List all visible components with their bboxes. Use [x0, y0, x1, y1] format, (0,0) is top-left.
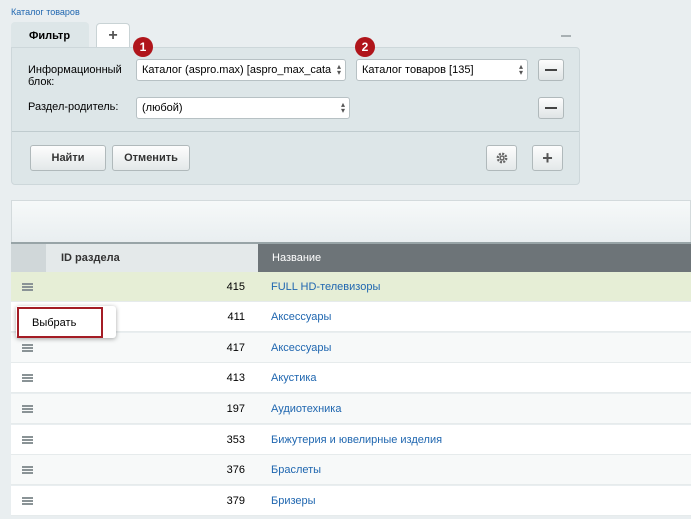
- cell-name-link[interactable]: Аксессуары: [271, 311, 331, 323]
- column-id-header[interactable]: ID раздела: [61, 252, 120, 264]
- cell-id: 376: [226, 464, 245, 476]
- table-row[interactable]: 415 FULL HD-телевизоры: [11, 272, 691, 302]
- cell-name-link[interactable]: Аксессуары: [271, 342, 331, 354]
- cell-id: 417: [226, 342, 245, 354]
- infoblock-type-select[interactable]: Каталог (aspro.max) [aspro_max_cata ▴ ▾: [136, 59, 346, 81]
- remove-field-button[interactable]: [538, 97, 564, 119]
- cell-name-link[interactable]: FULL HD-телевизоры: [271, 281, 380, 293]
- row-menu-button[interactable]: [11, 272, 46, 301]
- grid-toolbar: [11, 200, 691, 242]
- cell-id: 411: [227, 311, 245, 323]
- remove-field-button[interactable]: [538, 59, 564, 81]
- find-button[interactable]: Найти: [30, 145, 106, 171]
- row-menu-button[interactable]: [11, 455, 46, 484]
- infoblock-select[interactable]: Каталог товаров [135] ▴ ▾: [356, 59, 528, 81]
- menu-icon: [22, 374, 33, 382]
- infoblock-label: Информационный блок:: [28, 64, 122, 88]
- cell-id: 415: [226, 281, 245, 293]
- menu-icon: [22, 436, 33, 444]
- cell-name-link[interactable]: Бижутерия и ювелирные изделия: [271, 434, 442, 446]
- menu-icon: [22, 405, 33, 413]
- annotation-badge-1: 1: [133, 37, 153, 57]
- section-label: Раздел-родитель:: [28, 101, 119, 113]
- add-field-button[interactable]: +: [532, 145, 563, 171]
- table-row[interactable]: 353 Бижутерия и ювелирные изделия: [11, 425, 691, 455]
- row-menu-button[interactable]: [11, 486, 46, 515]
- select-menu-item[interactable]: Выбрать: [17, 307, 103, 338]
- add-filter-tab-button[interactable]: +: [96, 23, 130, 47]
- chevron-updown-icon: ▴ ▾: [340, 100, 345, 115]
- table-row[interactable]: 413 Акустика: [11, 363, 691, 393]
- menu-icon: [22, 283, 33, 291]
- collapse-filter-icon[interactable]: [561, 35, 571, 37]
- menu-icon: [22, 344, 33, 352]
- cell-id: 379: [226, 495, 245, 507]
- table-row[interactable]: 197 Аудиотехника: [11, 394, 691, 424]
- row-context-menu: Выбрать: [16, 306, 116, 338]
- settings-button[interactable]: [486, 145, 517, 171]
- grid-header: ID раздела Название: [11, 242, 691, 272]
- table-row[interactable]: 376 Браслеты: [11, 455, 691, 485]
- cell-id: 413: [226, 372, 245, 384]
- gear-icon: [496, 152, 507, 164]
- annotation-badge-2: 2: [355, 37, 375, 57]
- cell-name-link[interactable]: Аудиотехника: [271, 403, 341, 415]
- menu-icon: [22, 497, 33, 505]
- chevron-updown-icon: ▴ ▾: [518, 62, 523, 77]
- cell-id: 353: [226, 434, 245, 446]
- minus-icon: [545, 69, 557, 71]
- cell-name-link[interactable]: Акустика: [271, 372, 317, 384]
- filter-panel: Информационный блок: Каталог (aspro.max)…: [11, 47, 580, 185]
- cell-name-link[interactable]: Браслеты: [271, 464, 321, 476]
- table-row[interactable]: 379 Бризеры: [11, 486, 691, 516]
- breadcrumb[interactable]: Каталог товаров: [11, 7, 80, 17]
- section-select[interactable]: (любой) ▴ ▾: [136, 97, 350, 119]
- tab-filter[interactable]: Фильтр: [11, 22, 89, 48]
- column-name-header[interactable]: Название: [258, 244, 691, 272]
- row-menu-button[interactable]: [11, 363, 46, 392]
- row-menu-button[interactable]: [11, 425, 46, 454]
- cell-name-link[interactable]: Бризеры: [271, 495, 316, 507]
- divider: [12, 131, 579, 132]
- menu-icon: [22, 466, 33, 474]
- cell-id: 197: [226, 403, 245, 415]
- cancel-button[interactable]: Отменить: [112, 145, 190, 171]
- minus-icon: [545, 107, 557, 109]
- row-menu-button[interactable]: [11, 394, 46, 423]
- column-menu-header: [11, 244, 46, 272]
- chevron-updown-icon: ▴ ▾: [336, 62, 341, 77]
